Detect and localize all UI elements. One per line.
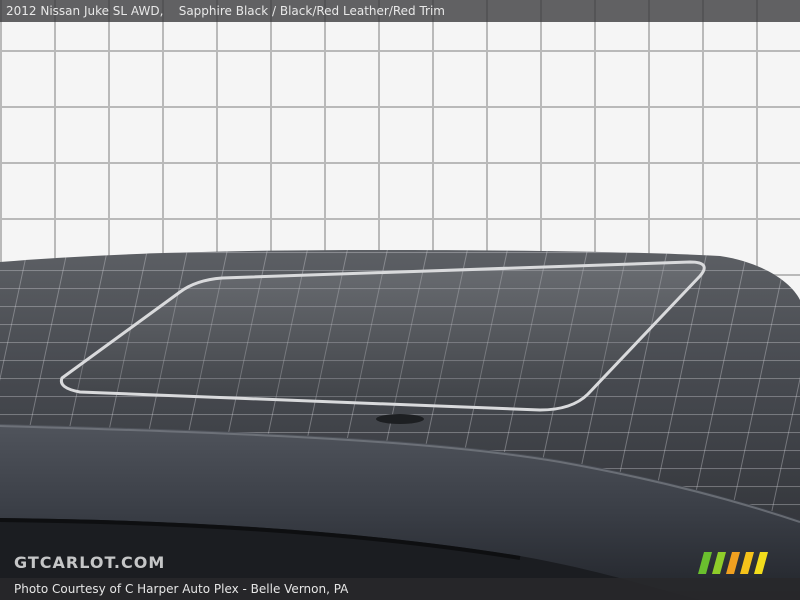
- exterior-color-text: Sapphire Black: [178, 4, 269, 18]
- photo-credit-text: Photo Courtesy of C Harper Auto Plex - B…: [14, 582, 349, 596]
- gtcarlot-stripes-logo-icon: [698, 552, 768, 574]
- photo-title-bar: 2012 Nissan Juke SL AWD, Sapphire Black …: [0, 0, 800, 22]
- interior-color-text: Black/Red Leather/Red Trim: [279, 4, 445, 18]
- car-model-text: 2012 Nissan Juke SL AWD,: [6, 4, 164, 18]
- title-separator: /: [268, 4, 280, 18]
- gtcarlot-watermark: GTCARLOT.COM: [14, 553, 166, 572]
- car-roof-photo: [0, 0, 800, 600]
- photo-credit-bar: Photo Courtesy of C Harper Auto Plex - B…: [0, 578, 800, 600]
